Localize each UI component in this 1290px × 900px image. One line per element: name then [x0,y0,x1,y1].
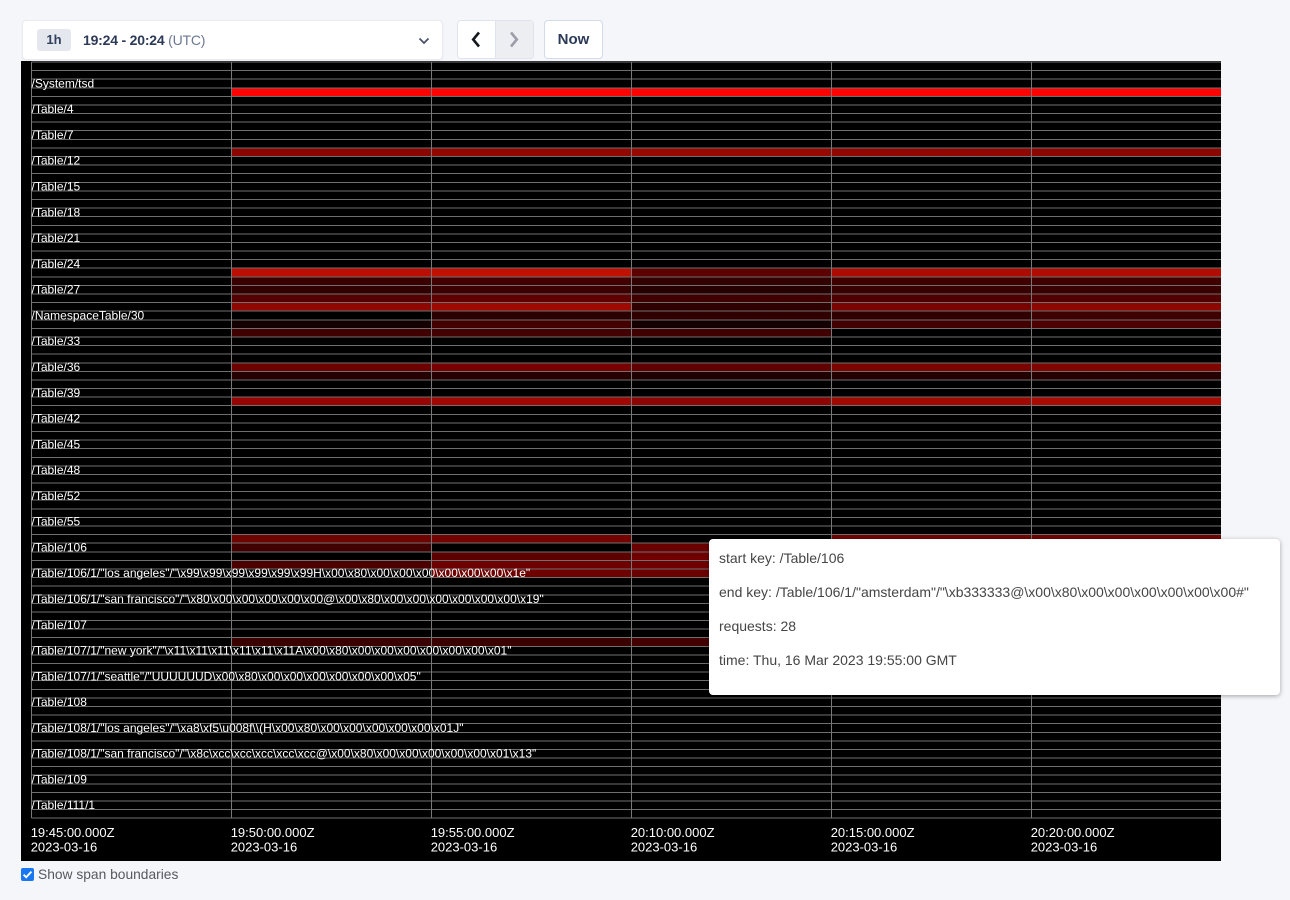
svg-text:/Table/108: /Table/108 [32,695,88,709]
svg-text:20:10:00.000Z: 20:10:00.000Z [631,825,715,840]
svg-text:/Table/24: /Table/24 [32,257,81,271]
svg-text:/Table/7: /Table/7 [32,128,74,142]
svg-text:2023-03-16: 2023-03-16 [31,840,98,855]
svg-text:/Table/21: /Table/21 [32,231,81,245]
svg-text:20:20:00.000Z: 20:20:00.000Z [1031,825,1115,840]
svg-text:/Table/55: /Table/55 [32,515,81,529]
svg-text:/Table/106/1/"los angeles"/"\x: /Table/106/1/"los angeles"/"\x99\x99\x99… [32,566,531,580]
svg-text:/Table/27: /Table/27 [32,283,81,297]
svg-text:20:15:00.000Z: 20:15:00.000Z [831,825,915,840]
svg-text:/Table/18: /Table/18 [32,205,81,219]
svg-text:/Table/39: /Table/39 [32,386,81,400]
svg-text:/Table/52: /Table/52 [32,489,81,503]
svg-text:/Table/106: /Table/106 [32,540,88,554]
svg-text:19:50:00.000Z: 19:50:00.000Z [231,825,315,840]
svg-text:/Table/107/1/"seattle"/"UUUUUU: /Table/107/1/"seattle"/"UUUUUUD\x00\x80\… [32,669,421,683]
svg-text:/System/tsd: /System/tsd [32,76,95,90]
svg-text:/Table/42: /Table/42 [32,412,81,426]
svg-text:/Table/106/1/"san francisco"/": /Table/106/1/"san francisco"/"\x80\x00\x… [32,592,544,606]
svg-text:2023-03-16: 2023-03-16 [231,840,298,855]
svg-text:/Table/12: /Table/12 [32,154,81,168]
svg-text:/Table/36: /Table/36 [32,360,81,374]
svg-text:19:45:00.000Z: 19:45:00.000Z [31,825,115,840]
svg-text:/Table/109: /Table/109 [32,773,88,787]
svg-text:/Table/107/1/"new york"/"\x11\: /Table/107/1/"new york"/"\x11\x11\x11\x1… [32,644,512,658]
svg-text:/Table/45: /Table/45 [32,437,81,451]
svg-text:/NamespaceTable/30: /NamespaceTable/30 [32,308,145,322]
svg-text:/Table/108/1/"los angeles"/"\x: /Table/108/1/"los angeles"/"\xa8\xf5\u00… [32,721,464,735]
svg-text:/Table/48: /Table/48 [32,463,81,477]
svg-text:/Table/33: /Table/33 [32,334,81,348]
svg-text:2023-03-16: 2023-03-16 [631,840,698,855]
svg-text:19:55:00.000Z: 19:55:00.000Z [431,825,515,840]
svg-text:/Table/111/1: /Table/111/1 [32,798,96,812]
svg-text:/Table/4: /Table/4 [32,102,74,116]
svg-text:/Table/108/1/"san francisco"/": /Table/108/1/"san francisco"/"\x8c\xcc\x… [32,747,537,761]
svg-text:2023-03-16: 2023-03-16 [1031,840,1098,855]
svg-text:2023-03-16: 2023-03-16 [431,840,498,855]
svg-text:/Table/15: /Table/15 [32,180,81,194]
svg-text:2023-03-16: 2023-03-16 [831,840,898,855]
svg-text:/Table/107: /Table/107 [32,618,88,632]
